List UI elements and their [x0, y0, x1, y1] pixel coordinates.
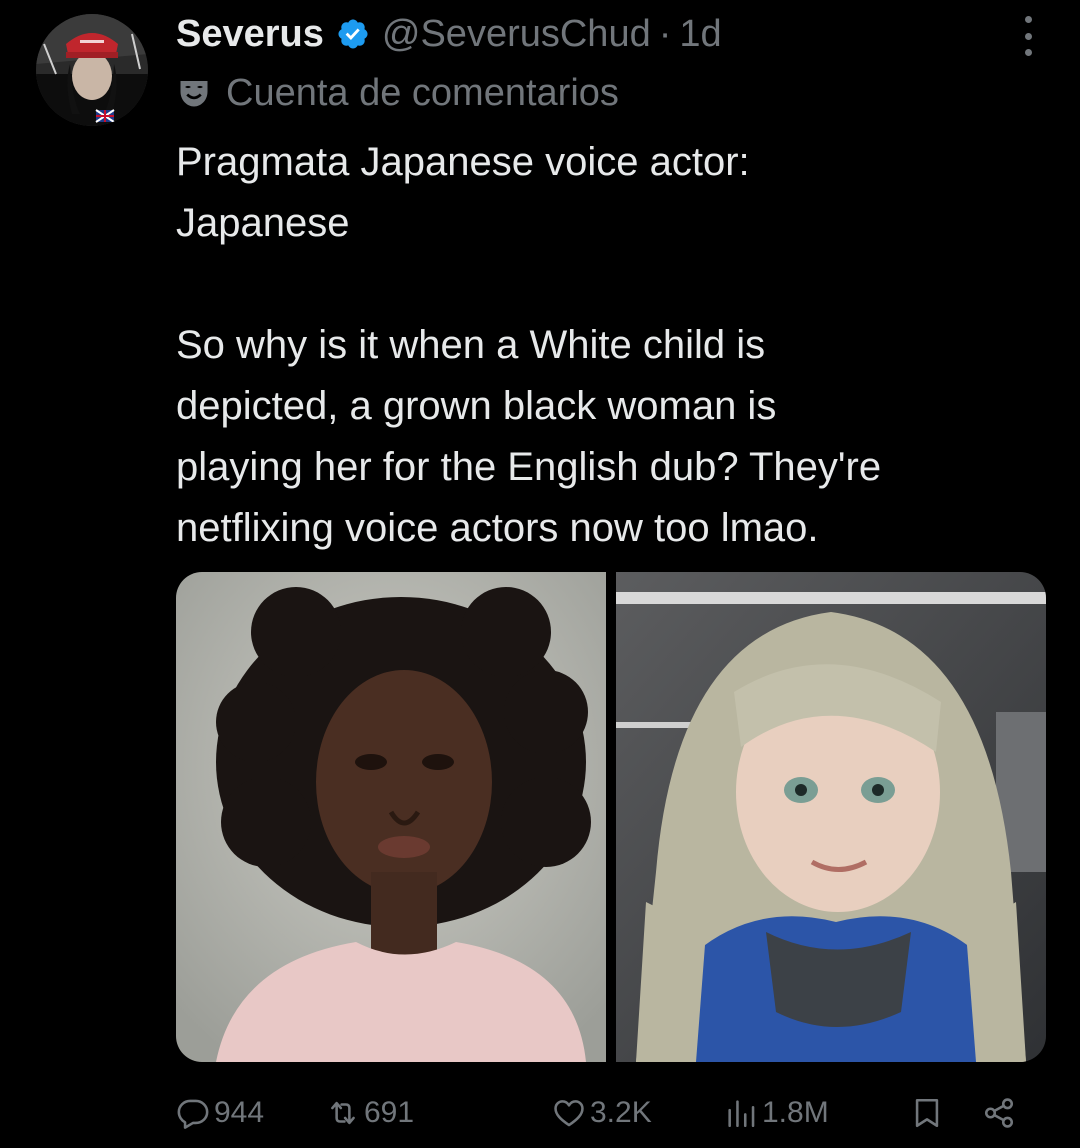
tweet-media — [176, 572, 1046, 1062]
tweet-text-line: Pragmata Japanese voice actor: — [176, 140, 750, 184]
account-label: Cuenta de comentarios — [176, 68, 619, 118]
views-count: 1.8M — [762, 1096, 829, 1129]
separator-dot: · — [658, 12, 672, 55]
tweet-text-line: depicted, a grown black woman is — [176, 384, 777, 428]
share-button[interactable] — [982, 1088, 1016, 1138]
tweet-timestamp[interactable]: 1d — [679, 13, 721, 56]
tweet-text-line: netflixing voice actors now too lmao. — [176, 506, 819, 550]
author-avatar[interactable] — [36, 14, 148, 126]
tweet-action-bar: 944 691 3.2K 1.8M — [176, 1088, 1036, 1138]
repost-icon — [331, 1101, 355, 1125]
verified-badge-icon — [336, 17, 370, 51]
tweet-text-line: Japanese — [176, 201, 350, 245]
reply-icon — [177, 1099, 209, 1129]
reply-count: 944 — [214, 1096, 265, 1129]
reply-button[interactable]: 944 — [176, 1088, 264, 1138]
avatar-image — [36, 14, 148, 126]
tweet-text-line: playing her for the English dub? They're — [176, 445, 882, 489]
more-options-button[interactable] — [1016, 16, 1040, 56]
more-dot-icon — [1024, 49, 1032, 56]
repost-count: 691 — [364, 1096, 415, 1129]
more-dot-icon — [1024, 16, 1032, 23]
parody-mask-icon — [176, 75, 212, 111]
repost-button[interactable]: 691 — [326, 1088, 414, 1138]
author-display-name[interactable]: Severus — [176, 13, 324, 56]
author-handle[interactable]: @SeverusChud — [382, 13, 651, 56]
tweet-body: Pragmata Japanese voice actor: Japanese … — [176, 132, 1036, 559]
account-label-text: Cuenta de comentarios — [226, 71, 619, 114]
more-dot-icon — [1024, 32, 1032, 40]
views-chart-icon — [728, 1100, 755, 1128]
tweet-text-line: So why is it when a White child is — [176, 323, 766, 367]
heart-icon — [554, 1100, 584, 1127]
like-count: 3.2K — [590, 1096, 652, 1129]
bookmark-button[interactable] — [910, 1088, 944, 1138]
views-button[interactable]: 1.8M — [724, 1088, 829, 1138]
tweet-header: Severus @SeverusChud · 1d — [176, 10, 722, 58]
like-button[interactable]: 3.2K — [552, 1088, 652, 1138]
media-photo-right[interactable] — [616, 572, 1046, 1062]
bookmark-icon — [915, 1098, 939, 1128]
share-icon — [984, 1098, 1014, 1128]
media-photo-left[interactable] — [176, 572, 606, 1062]
